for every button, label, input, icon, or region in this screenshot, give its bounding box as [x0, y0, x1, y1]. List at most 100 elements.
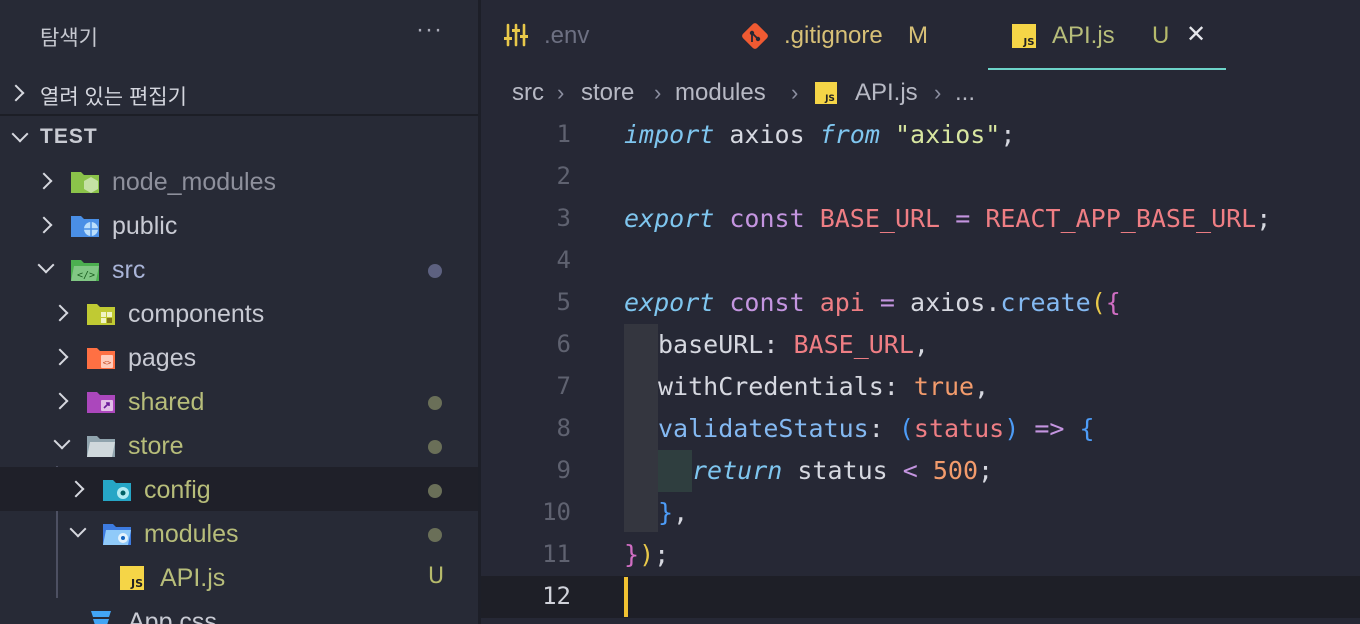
tree-item-shared[interactable]: shared: [0, 379, 478, 423]
folder-shared-icon: [87, 392, 115, 413]
open-editors-label: 열려 있는 편집기: [40, 86, 187, 109]
tree-item-label: App.css: [128, 608, 217, 624]
chevron-right-icon: [67, 480, 85, 498]
code-line[interactable]: 11 });: [481, 534, 1360, 576]
breadcrumb-item[interactable]: ...: [955, 79, 975, 107]
tree-item-label: public: [112, 212, 178, 240]
code-line[interactable]: 12: [481, 576, 1360, 618]
tab-env[interactable]: .env: [481, 0, 721, 70]
line-number: 12: [542, 582, 571, 610]
chevron-right-icon: [35, 216, 53, 234]
modified-dot-icon: [428, 484, 442, 498]
js-file-icon: JS: [120, 566, 144, 590]
tab-bar: .env .gitignore M JS API.js U ✕: [481, 0, 1360, 70]
tree-item-label: config: [144, 476, 211, 504]
folder-node-icon: [71, 172, 99, 193]
modified-dot-icon: [428, 396, 442, 410]
close-icon[interactable]: ✕: [1186, 20, 1206, 49]
line-number: 5: [556, 288, 571, 316]
svg-text:JS: JS: [1023, 37, 1035, 48]
folder-modules-icon: [103, 524, 131, 545]
tree-item-pages[interactable]: <> pages: [0, 335, 478, 379]
code-line[interactable]: 4: [481, 240, 1360, 282]
tree-item-components[interactable]: components: [0, 291, 478, 335]
line-number: 1: [556, 120, 571, 148]
tree-item-api-js[interactable]: JS API.js U: [0, 555, 478, 599]
code-line[interactable]: 6 baseURL: BASE_URL,: [481, 324, 1360, 366]
modified-dot-icon: [428, 528, 442, 542]
more-actions-icon[interactable]: ···: [416, 16, 443, 44]
tree-item-src[interactable]: </> src: [0, 247, 478, 291]
breadcrumb-item[interactable]: src: [512, 79, 544, 107]
code-line[interactable]: 9 return status < 500;: [481, 450, 1360, 492]
code-text: export const api = axios.create({: [624, 288, 1121, 317]
chevron-right-icon: [51, 348, 69, 366]
folder-components-icon: [87, 304, 115, 325]
tree-item-label: store: [128, 432, 184, 460]
line-number: 3: [556, 204, 571, 232]
breadcrumb-item[interactable]: store: [581, 79, 634, 107]
git-icon: [742, 23, 768, 49]
code-text: return status < 500;: [692, 456, 994, 485]
tree-item-label: shared: [128, 388, 205, 416]
code-text: import axios from "axios";: [624, 120, 1016, 149]
explorer-sidebar: 탐색기 ··· 열려 있는 편집기 TEST node_modules publ…: [0, 0, 478, 624]
svg-text:<>: <>: [103, 359, 111, 367]
tree-item-public[interactable]: public: [0, 203, 478, 247]
breadcrumb-item[interactable]: API.js: [855, 79, 918, 107]
workspace-section[interactable]: TEST: [0, 116, 478, 160]
code-line[interactable]: 5 export const api = axios.create({: [481, 282, 1360, 324]
breadcrumb-item[interactable]: modules: [675, 79, 766, 107]
open-editors-section[interactable]: 열려 있는 편집기: [0, 71, 478, 115]
js-file-icon: JS: [1012, 24, 1036, 48]
tree-item-node-modules[interactable]: node_modules: [0, 159, 478, 203]
line-number: 7: [556, 372, 571, 400]
tab-label: .env: [544, 22, 590, 49]
line-number: 9: [556, 456, 571, 484]
code-line[interactable]: 2: [481, 156, 1360, 198]
modified-badge: M: [908, 22, 928, 49]
tree-item-label: node_modules: [112, 168, 277, 196]
tab-label: .gitignore: [784, 22, 883, 49]
untracked-badge: U: [428, 564, 445, 589]
folder-src-icon: </>: [71, 260, 99, 281]
tree-item-config[interactable]: config: [0, 467, 478, 511]
chevron-down-icon: [11, 125, 29, 143]
modified-dot-icon: [428, 440, 442, 454]
explorer-title: 탐색기: [40, 27, 98, 50]
code-line[interactable]: 7 withCredentials: true,: [481, 366, 1360, 408]
active-tab-indicator: [988, 68, 1226, 70]
untracked-badge: U: [1152, 22, 1170, 49]
tree-item-store[interactable]: store: [0, 423, 478, 467]
code-line[interactable]: 8 validateStatus: (status) => {: [481, 408, 1360, 450]
css-file-icon: [91, 611, 111, 624]
tree-item-modules[interactable]: modules: [0, 511, 478, 555]
chevron-right-icon: ›: [934, 80, 942, 105]
chevron-right-icon: [7, 84, 25, 102]
line-number: 8: [556, 414, 571, 442]
code-text: });: [624, 540, 670, 569]
tree-item-app-css[interactable]: App.css: [0, 599, 478, 624]
chevron-down-icon: [69, 520, 87, 538]
folder-pages-icon: <>: [87, 348, 115, 369]
folder-public-icon: [71, 216, 99, 237]
code-line[interactable]: 1 import axios from "axios";: [481, 114, 1360, 156]
line-number: 11: [542, 540, 571, 568]
line-number: 6: [556, 330, 571, 358]
tab-api-js[interactable]: JS API.js U ✕: [988, 0, 1226, 70]
code-text: baseURL: BASE_URL,: [658, 330, 929, 359]
js-file-icon: JS: [815, 82, 837, 104]
chevron-right-icon: [51, 392, 69, 410]
workspace-label: TEST: [40, 125, 98, 148]
line-number: 10: [542, 498, 571, 526]
tab-label: API.js: [1052, 22, 1115, 49]
tree-item-label: components: [128, 300, 265, 328]
chevron-right-icon: ›: [557, 80, 565, 105]
line-number: 4: [556, 246, 571, 274]
tab-gitignore[interactable]: .gitignore M: [721, 0, 988, 70]
chevron-right-icon: [51, 304, 69, 322]
code-line[interactable]: 10 },: [481, 492, 1360, 534]
tree-item-label: pages: [128, 344, 197, 372]
tree-item-label: API.js: [160, 564, 226, 592]
code-line[interactable]: 3 export const BASE_URL = REACT_APP_BASE…: [481, 198, 1360, 240]
